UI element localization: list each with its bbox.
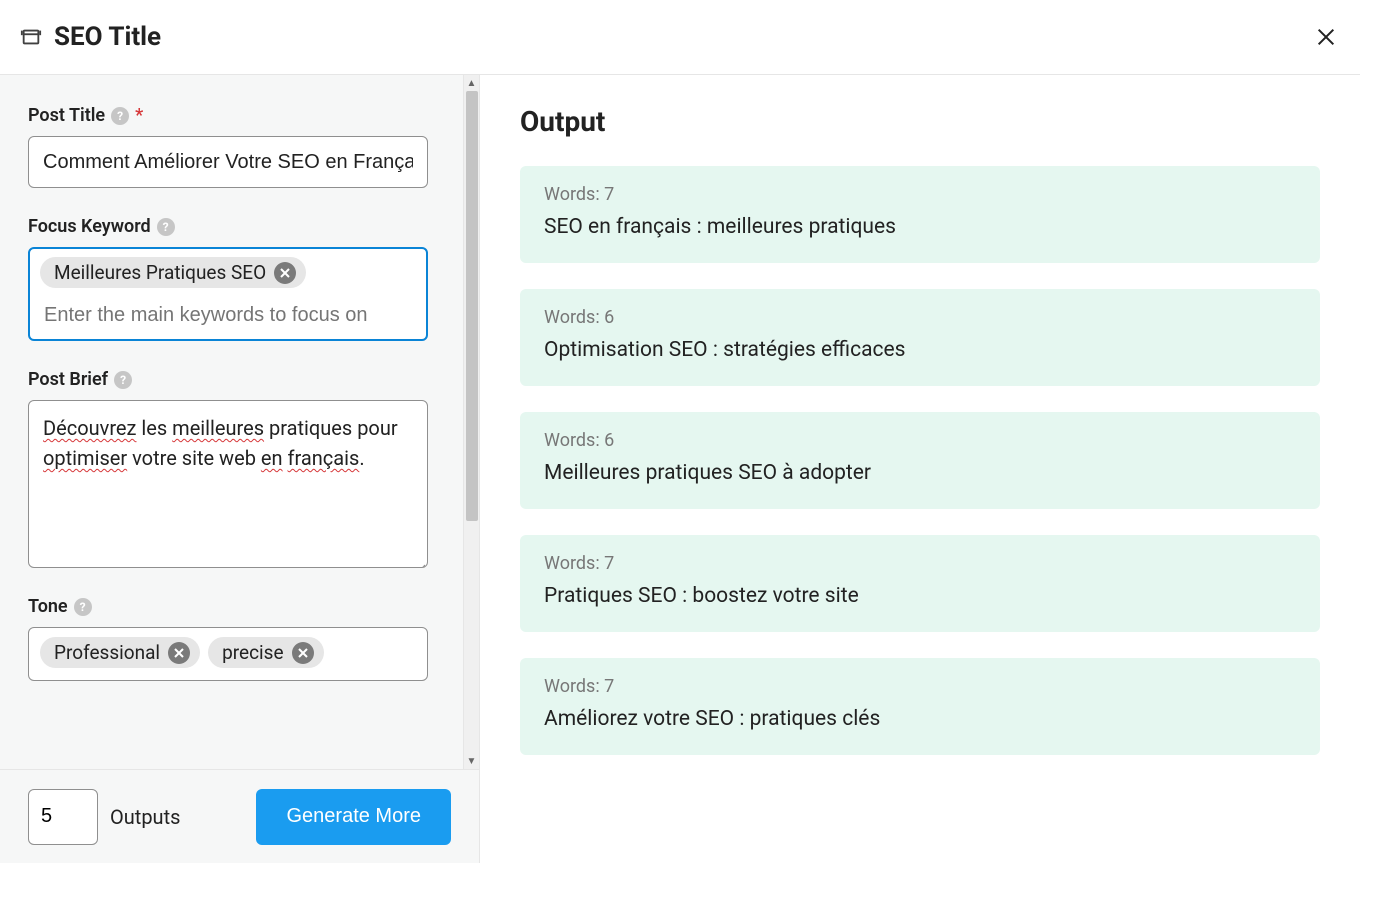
outputs-group: Outputs xyxy=(28,789,180,845)
seo-title-modal: SEO Title Post Title ? * xyxy=(0,0,1360,860)
output-card[interactable]: Words: 7 Améliorez votre SEO : pratiques … xyxy=(520,658,1320,755)
help-icon[interactable]: ? xyxy=(157,218,175,236)
post-brief-label: Post Brief ? xyxy=(28,369,435,390)
output-heading: Output xyxy=(520,105,1320,138)
field-post-brief: Post Brief ? Découvrez les meilleures pr… xyxy=(28,369,435,568)
keyword-chip: Meilleures Pratiques SEO xyxy=(40,257,306,288)
keyword-chip-text: Meilleures Pratiques SEO xyxy=(54,261,266,284)
help-icon[interactable]: ? xyxy=(114,371,132,389)
output-word-count: Words: 6 xyxy=(544,430,1296,451)
output-word-count: Words: 7 xyxy=(544,676,1296,697)
scroll-down-icon[interactable]: ▼ xyxy=(464,753,479,769)
output-text: SEO en français : meilleures pratiques xyxy=(544,215,1296,239)
tone-chip-text: precise xyxy=(222,641,283,664)
outputs-label: Outputs xyxy=(110,805,180,829)
remove-chip-icon[interactable] xyxy=(168,642,190,664)
focus-keyword-text-input[interactable] xyxy=(40,296,416,331)
required-star-icon: * xyxy=(135,105,143,126)
modal-header: SEO Title xyxy=(0,0,1360,75)
field-post-title: Post Title ? * xyxy=(28,105,435,188)
scroll-up-icon[interactable]: ▲ xyxy=(464,75,479,91)
help-icon[interactable]: ? xyxy=(111,107,129,125)
form-area: Post Title ? * Focus Keyword ? xyxy=(0,75,463,769)
output-word-count: Words: 7 xyxy=(544,553,1296,574)
output-panel: Output Words: 7 SEO en français : meilleu… xyxy=(480,75,1360,863)
tone-label-text: Tone xyxy=(28,596,68,617)
output-list: Words: 7 SEO en français : meilleures pra… xyxy=(520,166,1320,755)
modal-body: Post Title ? * Focus Keyword ? xyxy=(0,75,1360,863)
output-card[interactable]: Words: 6 Meilleures pratiques SEO à adopt… xyxy=(520,412,1320,509)
resize-handle-icon[interactable] xyxy=(413,553,425,565)
tone-input[interactable]: Professional precise xyxy=(28,627,428,681)
scroll-thumb[interactable] xyxy=(466,91,478,521)
output-text: Améliorez votre SEO : pratiques clés xyxy=(544,707,1296,731)
field-tone: Tone ? Professional precise xyxy=(28,596,435,681)
modal-title: SEO Title xyxy=(54,22,161,52)
post-brief-label-text: Post Brief xyxy=(28,369,108,390)
tone-chip: Professional xyxy=(40,637,200,668)
output-card[interactable]: Words: 6 Optimisation SEO : stratégies ef… xyxy=(520,289,1320,386)
left-panel: Post Title ? * Focus Keyword ? xyxy=(0,75,480,863)
generate-more-button[interactable]: Generate More xyxy=(256,789,451,845)
scrollbar[interactable]: ▲ ▼ xyxy=(463,75,479,769)
remove-chip-icon[interactable] xyxy=(292,642,314,664)
post-title-input[interactable] xyxy=(28,136,428,188)
close-button[interactable] xyxy=(1312,23,1340,51)
help-icon[interactable]: ? xyxy=(74,598,92,616)
tone-chip: precise xyxy=(208,637,323,668)
remove-chip-icon[interactable] xyxy=(274,262,296,284)
output-word-count: Words: 6 xyxy=(544,307,1296,328)
post-title-label: Post Title ? * xyxy=(28,105,435,126)
output-card[interactable]: Words: 7 SEO en français : meilleures pra… xyxy=(520,166,1320,263)
output-text: Meilleures pratiques SEO à adopter xyxy=(544,461,1296,485)
output-card[interactable]: Words: 7 Pratiques SEO : boostez votre si… xyxy=(520,535,1320,632)
post-brief-input[interactable]: Découvrez les meilleures pratiques pour … xyxy=(28,400,428,568)
window-icon xyxy=(20,26,42,48)
field-focus-keyword: Focus Keyword ? Meilleures Pratiques SEO xyxy=(28,216,435,341)
output-text: Optimisation SEO : stratégies efficaces xyxy=(544,338,1296,362)
tone-label: Tone ? xyxy=(28,596,435,617)
form-scroll-wrap: Post Title ? * Focus Keyword ? xyxy=(0,75,479,769)
post-title-label-text: Post Title xyxy=(28,105,105,126)
focus-keyword-label: Focus Keyword ? xyxy=(28,216,435,237)
footer-bar: Outputs Generate More xyxy=(0,769,479,863)
modal-title-wrap: SEO Title xyxy=(20,22,161,52)
tone-chip-text: Professional xyxy=(54,641,160,664)
output-text: Pratiques SEO : boostez votre site xyxy=(544,584,1296,608)
output-word-count: Words: 7 xyxy=(544,184,1296,205)
focus-keyword-input[interactable]: Meilleures Pratiques SEO xyxy=(28,247,428,341)
focus-keyword-label-text: Focus Keyword xyxy=(28,216,151,237)
outputs-count-input[interactable] xyxy=(28,789,98,845)
